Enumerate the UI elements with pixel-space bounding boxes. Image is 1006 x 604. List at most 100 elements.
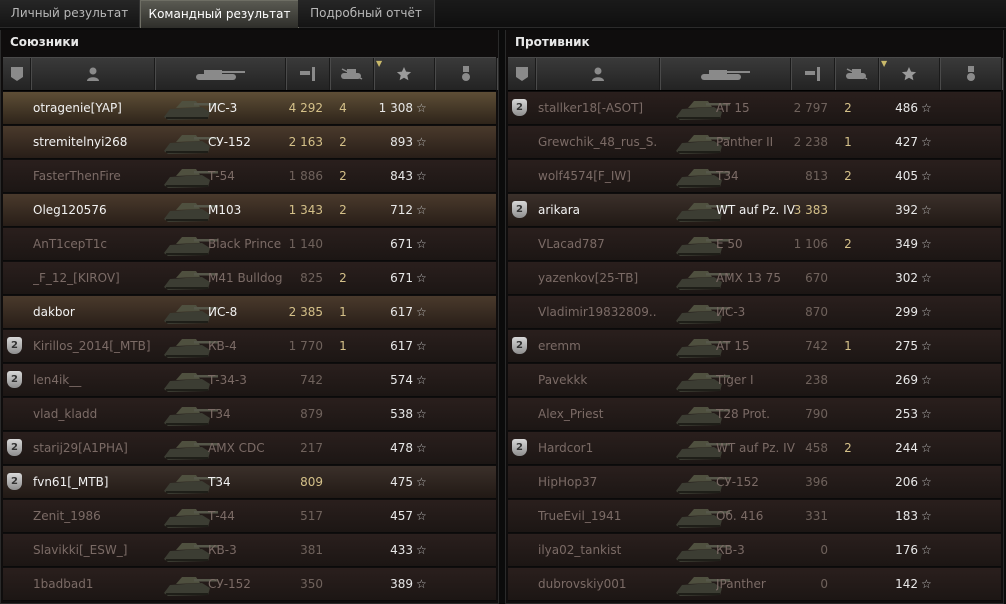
kills-value: 4: [339, 101, 347, 115]
damage-value: 331: [805, 509, 828, 523]
player-row[interactable]: 2 eremm AT 15 742 1 275 ☆: [508, 330, 1001, 363]
player-row[interactable]: FasterThenFire Т-54 1 886 2 843 ☆: [3, 160, 496, 193]
player-row[interactable]: yazenkov[25-TB] AMX 13 75 670 302 ☆: [508, 262, 1001, 295]
player-row[interactable]: 2 stallker18[-ASOT] AT 15 2 797 2 486 ☆: [508, 92, 1001, 125]
player-row[interactable]: 2 fvn61[_MTB] T34 809 475 ☆: [3, 466, 496, 499]
player-row[interactable]: dakbor ИС-8 2 385 1 617 ☆: [3, 296, 496, 329]
xp-value: 617: [390, 305, 413, 319]
platoon-badge-icon: 2: [7, 473, 22, 490]
xp-value: 433: [390, 543, 413, 557]
xp-star-icon: ☆: [921, 237, 932, 251]
xp-star-icon: ☆: [921, 339, 932, 353]
xp-star-icon: ☆: [921, 305, 932, 319]
damage-value: 879: [300, 407, 323, 421]
xp-star-icon: ☆: [416, 509, 427, 523]
tab-label: Подробный отчёт: [310, 6, 422, 20]
player-row[interactable]: AnT1cepT1c Black Prince 1 140 671 ☆: [3, 228, 496, 261]
xp-star-icon: ☆: [416, 577, 427, 591]
tab-team-result[interactable]: Командный результат: [140, 0, 299, 28]
xp-star-icon: ☆: [921, 101, 932, 115]
player-name: dakbor: [33, 305, 75, 319]
xp-value: 538: [390, 407, 413, 421]
tank-icon: [660, 58, 790, 90]
player-name: VLacad787: [538, 237, 605, 251]
player-row[interactable]: 2 starij29[A1PHA] AMX CDC 217 478 ☆: [3, 432, 496, 465]
player-row[interactable]: otragenie[YAP] ИС-3 4 292 4 1 308 ☆: [3, 92, 496, 125]
player-name: vlad_kladd: [33, 407, 98, 421]
platoon-badge-icon: 2: [7, 371, 22, 388]
player-name: len4ik__: [33, 373, 82, 387]
player-name: Grewchik_48_rus_S..: [538, 135, 658, 149]
player-name: fvn61[_MTB]: [33, 475, 109, 489]
player-row[interactable]: vlad_kladd T34 879 538 ☆: [3, 398, 496, 431]
xp-value: 142: [895, 577, 918, 591]
kills-value: [836, 194, 860, 226]
xp-value: 405: [895, 169, 918, 183]
platoon-badge-icon: 2: [512, 337, 527, 354]
damage-value: 742: [805, 339, 828, 353]
xp-star-icon: ☆: [416, 373, 427, 387]
xp-star-icon: ☆: [416, 169, 427, 183]
xp-star-icon: ☆: [416, 237, 427, 251]
rank-icon: [3, 58, 30, 90]
damage-value: 1 106: [793, 237, 828, 251]
player-row[interactable]: stremitelnyi268 СУ-152 2 163 2 893 ☆: [3, 126, 496, 159]
player-row[interactable]: _F_12_[KIROV] M41 Bulldog 825 2 671 ☆: [3, 262, 496, 295]
player-row[interactable]: Grewchik_48_rus_S.. Panther II 2 238 1 427 ☆: [508, 126, 1001, 159]
xp-value: 617: [390, 339, 413, 353]
player-row[interactable]: dubrovskiy001 JPanther 0 142 ☆: [508, 568, 1001, 601]
player-name: Alex_Priest: [538, 407, 604, 421]
xp-star-icon: ☆: [416, 271, 427, 285]
kills-value: [836, 398, 860, 430]
player-name: stallker18[-ASOT]: [538, 101, 644, 115]
player-row[interactable]: TrueEvil_1941 Об. 416 331 183 ☆: [508, 500, 1001, 533]
player-row[interactable]: ilya02_tankist КВ-3 0 176 ☆: [508, 534, 1001, 567]
player-name: Oleg120576: [33, 203, 107, 217]
allies-column-header: ▼: [3, 57, 497, 91]
damage-value: 1 886: [288, 169, 323, 183]
damage-value: 870: [805, 305, 828, 319]
allies-title: Союзники: [10, 35, 79, 49]
tab-personal-result[interactable]: Личный результат: [0, 0, 140, 27]
player-icon: [536, 58, 659, 90]
xp-value: 299: [895, 305, 918, 319]
player-name: TrueEvil_1941: [538, 509, 622, 523]
damage-icon: [791, 58, 834, 90]
player-name: starij29[A1PHA]: [33, 441, 128, 455]
xp-value: 427: [895, 135, 918, 149]
player-row[interactable]: wolf4574[F_IW] T34 813 2 405 ☆: [508, 160, 1001, 193]
player-row[interactable]: Slavikki[_ESW_] КВ-3 381 433 ☆: [3, 534, 496, 567]
player-row[interactable]: 2 Kirillos_2014[_MTB] КВ-4 1 770 1 617 ☆: [3, 330, 496, 363]
kills-value: 2: [339, 135, 347, 149]
player-row[interactable]: VLacad787 E 50 1 106 2 349 ☆: [508, 228, 1001, 261]
xp-star-icon: ☆: [416, 305, 427, 319]
damage-value: 2 797: [793, 101, 828, 115]
damage-value: 742: [300, 373, 323, 387]
xp-star-icon: ☆: [921, 543, 932, 557]
tab-detailed-report[interactable]: Подробный отчёт: [298, 0, 435, 27]
damage-value: 825: [300, 271, 323, 285]
enemies-panel: Противник ▼ 2 stallker18[-ASOT] AT 15 2 797…: [505, 30, 1004, 604]
platoon-badge-icon: 2: [7, 439, 22, 456]
damage-value: 238: [805, 373, 828, 387]
player-row[interactable]: 2 Hardcor1 WT auf Pz. IV 458 2 244 ☆: [508, 432, 1001, 465]
player-row[interactable]: Pavekkk Tiger I 238 269 ☆: [508, 364, 1001, 397]
player-row[interactable]: 2 arikara WT auf Pz. IV 3 383 392 ☆: [508, 194, 1001, 227]
player-row[interactable]: Zenit_1986 Т-44 517 457 ☆: [3, 500, 496, 533]
kills-value: [331, 466, 355, 498]
player-row[interactable]: Alex_Priest T28 Prot. 790 253 ☆: [508, 398, 1001, 431]
kills-icon: [835, 58, 878, 90]
tank-icon: [155, 58, 285, 90]
xp-star-icon: ☆: [921, 475, 932, 489]
player-row[interactable]: 1badbad1 СУ-152 350 389 ☆: [3, 568, 496, 601]
player-name: Kirillos_2014[_MTB]: [33, 339, 151, 353]
player-row[interactable]: Vladimir19832809.. ИС-3 870 299 ☆: [508, 296, 1001, 329]
kills-value: [836, 262, 860, 294]
tab-bar: Личный результат Командный результат Под…: [0, 0, 1006, 28]
tab-bar-filler: [435, 0, 1006, 27]
xp-value: 893: [390, 135, 413, 149]
player-row[interactable]: 2 len4ik__ Т-34-3 742 574 ☆: [3, 364, 496, 397]
player-row[interactable]: Oleg120576 M103 1 343 2 712 ☆: [3, 194, 496, 227]
player-row[interactable]: HipHop37 СУ-152 396 206 ☆: [508, 466, 1001, 499]
xp-value: 253: [895, 407, 918, 421]
